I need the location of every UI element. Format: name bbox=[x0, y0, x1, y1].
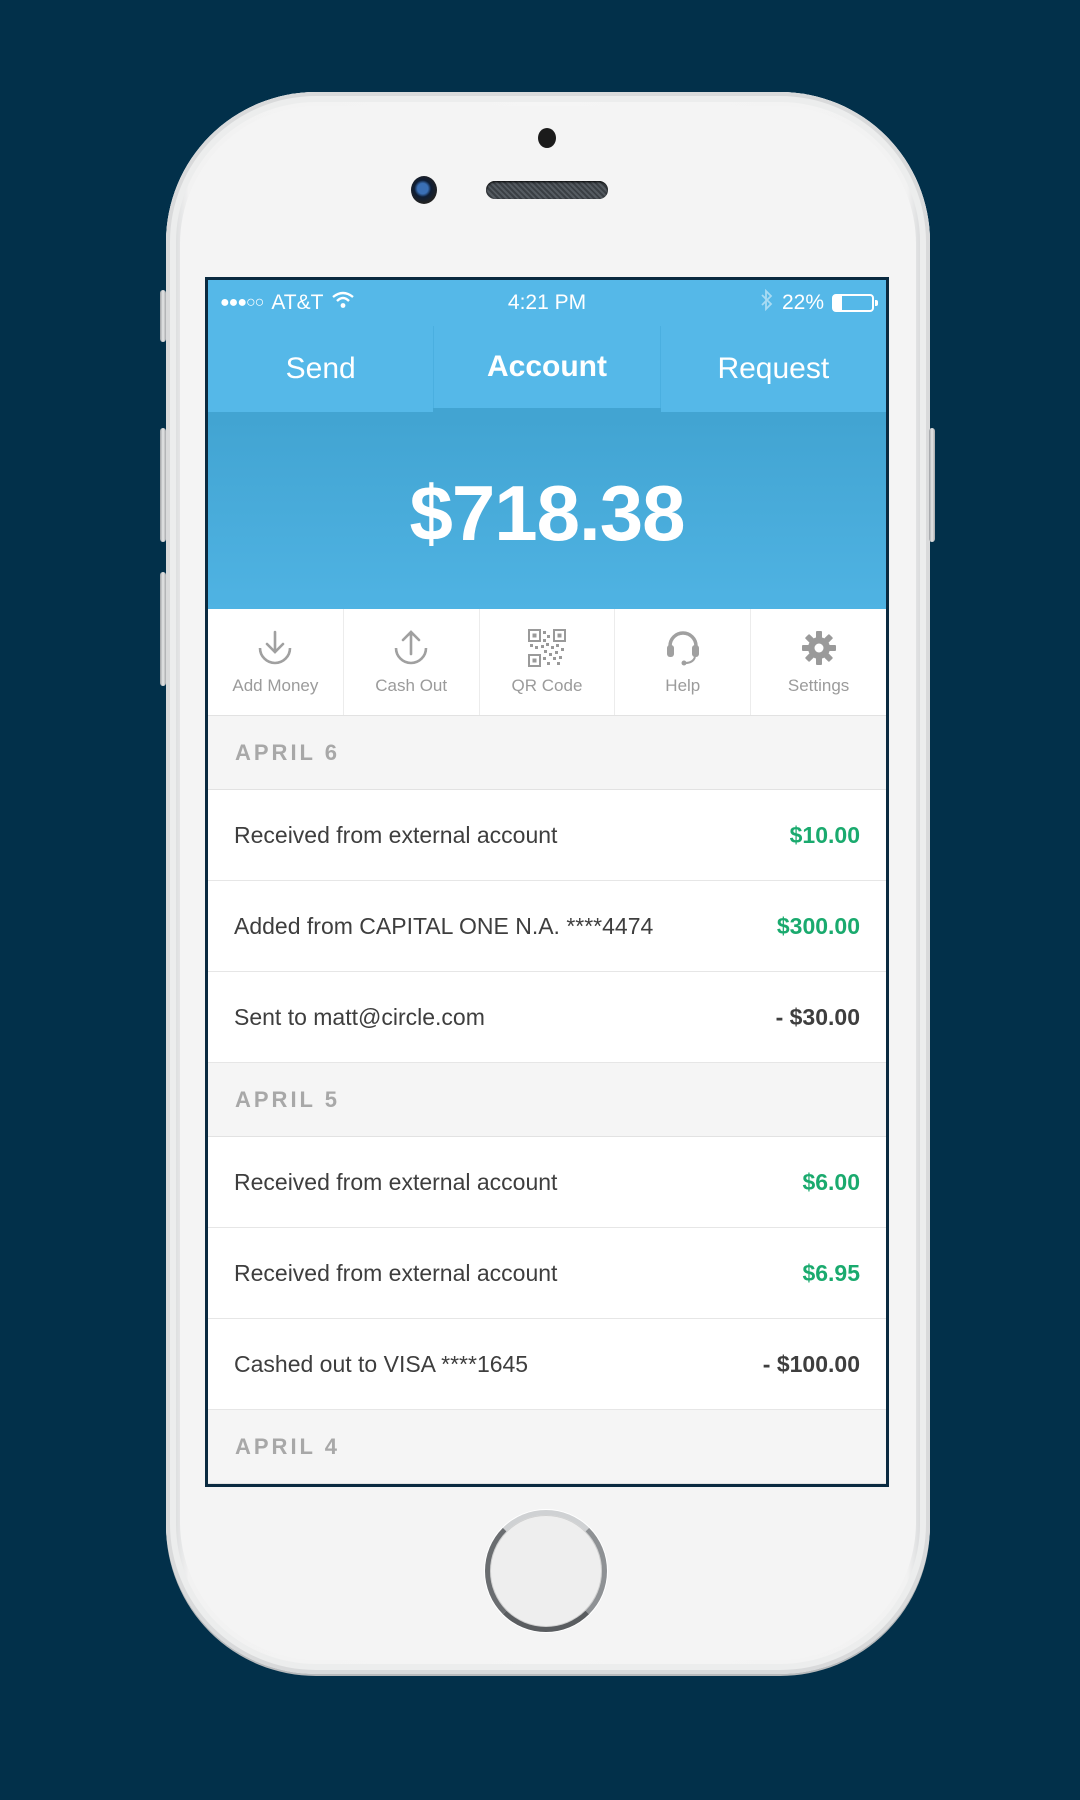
transaction-amount: $6.95 bbox=[802, 1259, 860, 1286]
tab-send[interactable]: Send bbox=[208, 326, 434, 412]
cash-out-button[interactable]: Cash Out bbox=[344, 609, 480, 715]
transaction-description: Cashed out to VISA ****1645 bbox=[234, 1350, 529, 1377]
action-label: QR Code bbox=[511, 676, 583, 695]
action-label: Help bbox=[665, 676, 701, 695]
home-button[interactable] bbox=[485, 1510, 607, 1632]
wifi-icon bbox=[331, 291, 355, 315]
account-balance: $718.38 bbox=[409, 469, 686, 557]
qr-code-icon bbox=[527, 628, 567, 668]
status-right: 22% bbox=[654, 288, 878, 317]
qr-code-button[interactable]: QR Code bbox=[480, 609, 616, 715]
action-label: Cash Out bbox=[375, 676, 448, 695]
date-header: APRIL 6 bbox=[208, 716, 886, 790]
transaction-amount: - $30.00 bbox=[775, 1003, 860, 1030]
app-screen: ●●●○○ AT&T 4:21 PM 22% Send Account Requ… bbox=[208, 280, 886, 1484]
transaction-description: Added from CAPITAL ONE N.A. ****4474 bbox=[234, 912, 654, 939]
volume-down-button bbox=[160, 572, 166, 686]
transaction-list: APRIL 6 Received from external account $… bbox=[208, 716, 886, 1484]
tab-bar: Send Account Request bbox=[208, 326, 886, 418]
download-icon bbox=[255, 628, 295, 668]
volume-up-button bbox=[160, 428, 166, 542]
tab-account[interactable]: Account bbox=[433, 326, 661, 408]
front-camera bbox=[411, 176, 437, 204]
transaction-amount: $10.00 bbox=[789, 821, 860, 848]
status-left: ●●●○○ AT&T bbox=[220, 291, 440, 315]
transaction-row[interactable]: Received from external account $10.00 bbox=[208, 790, 886, 881]
transaction-description: Sent to matt@circle.com bbox=[234, 1003, 485, 1030]
action-label: Add Money bbox=[232, 676, 319, 695]
status-time: 4:21 PM bbox=[507, 291, 587, 314]
transaction-row[interactable]: Cashed out to VISA ****1645 - $100.00 bbox=[208, 1319, 886, 1410]
transaction-description: Received from external account bbox=[234, 1168, 558, 1195]
transaction-row[interactable]: Sent to matt@circle.com - $30.00 bbox=[208, 972, 886, 1063]
balance-panel: $718.38 bbox=[208, 418, 886, 609]
carrier-label: AT&T bbox=[271, 291, 324, 314]
add-money-button[interactable]: Add Money bbox=[208, 609, 344, 715]
settings-button[interactable]: Settings bbox=[751, 609, 886, 715]
transaction-amount: $300.00 bbox=[776, 912, 860, 939]
battery-percent: 22% bbox=[781, 291, 824, 314]
phone-screen: ●●●○○ AT&T 4:21 PM 22% Send Account Requ… bbox=[205, 277, 889, 1487]
power-button bbox=[929, 428, 935, 542]
proximity-sensor bbox=[538, 128, 556, 148]
tab-request[interactable]: Request bbox=[660, 326, 886, 412]
status-bar: ●●●○○ AT&T 4:21 PM 22% bbox=[208, 280, 886, 326]
action-label: Settings bbox=[787, 676, 850, 695]
gear-icon bbox=[799, 628, 839, 668]
mute-switch bbox=[160, 290, 166, 342]
upload-icon bbox=[391, 628, 431, 668]
transaction-amount: $6.00 bbox=[802, 1168, 860, 1195]
transaction-row[interactable]: Added from CAPITAL ONE N.A. ****4474 $30… bbox=[208, 881, 886, 972]
battery-level bbox=[834, 296, 843, 310]
transaction-description: Received from external account bbox=[234, 821, 558, 848]
headset-icon bbox=[663, 628, 703, 668]
bluetooth-icon bbox=[760, 288, 774, 317]
date-header: APRIL 4 bbox=[208, 1410, 886, 1484]
transaction-description: Received from external account bbox=[234, 1259, 558, 1286]
help-button[interactable]: Help bbox=[615, 609, 752, 715]
battery-icon bbox=[832, 294, 878, 312]
transaction-amount: - $100.00 bbox=[762, 1350, 860, 1377]
action-bar: Add Money Cash Out QR Code Help Settings bbox=[208, 609, 886, 716]
transaction-row[interactable]: Received from external account $6.00 bbox=[208, 1137, 886, 1228]
earpiece-speaker bbox=[486, 181, 608, 199]
date-header: APRIL 5 bbox=[208, 1063, 886, 1137]
transaction-row[interactable]: Received from external account $6.95 bbox=[208, 1228, 886, 1319]
signal-strength-icon: ●●●○○ bbox=[220, 294, 264, 311]
